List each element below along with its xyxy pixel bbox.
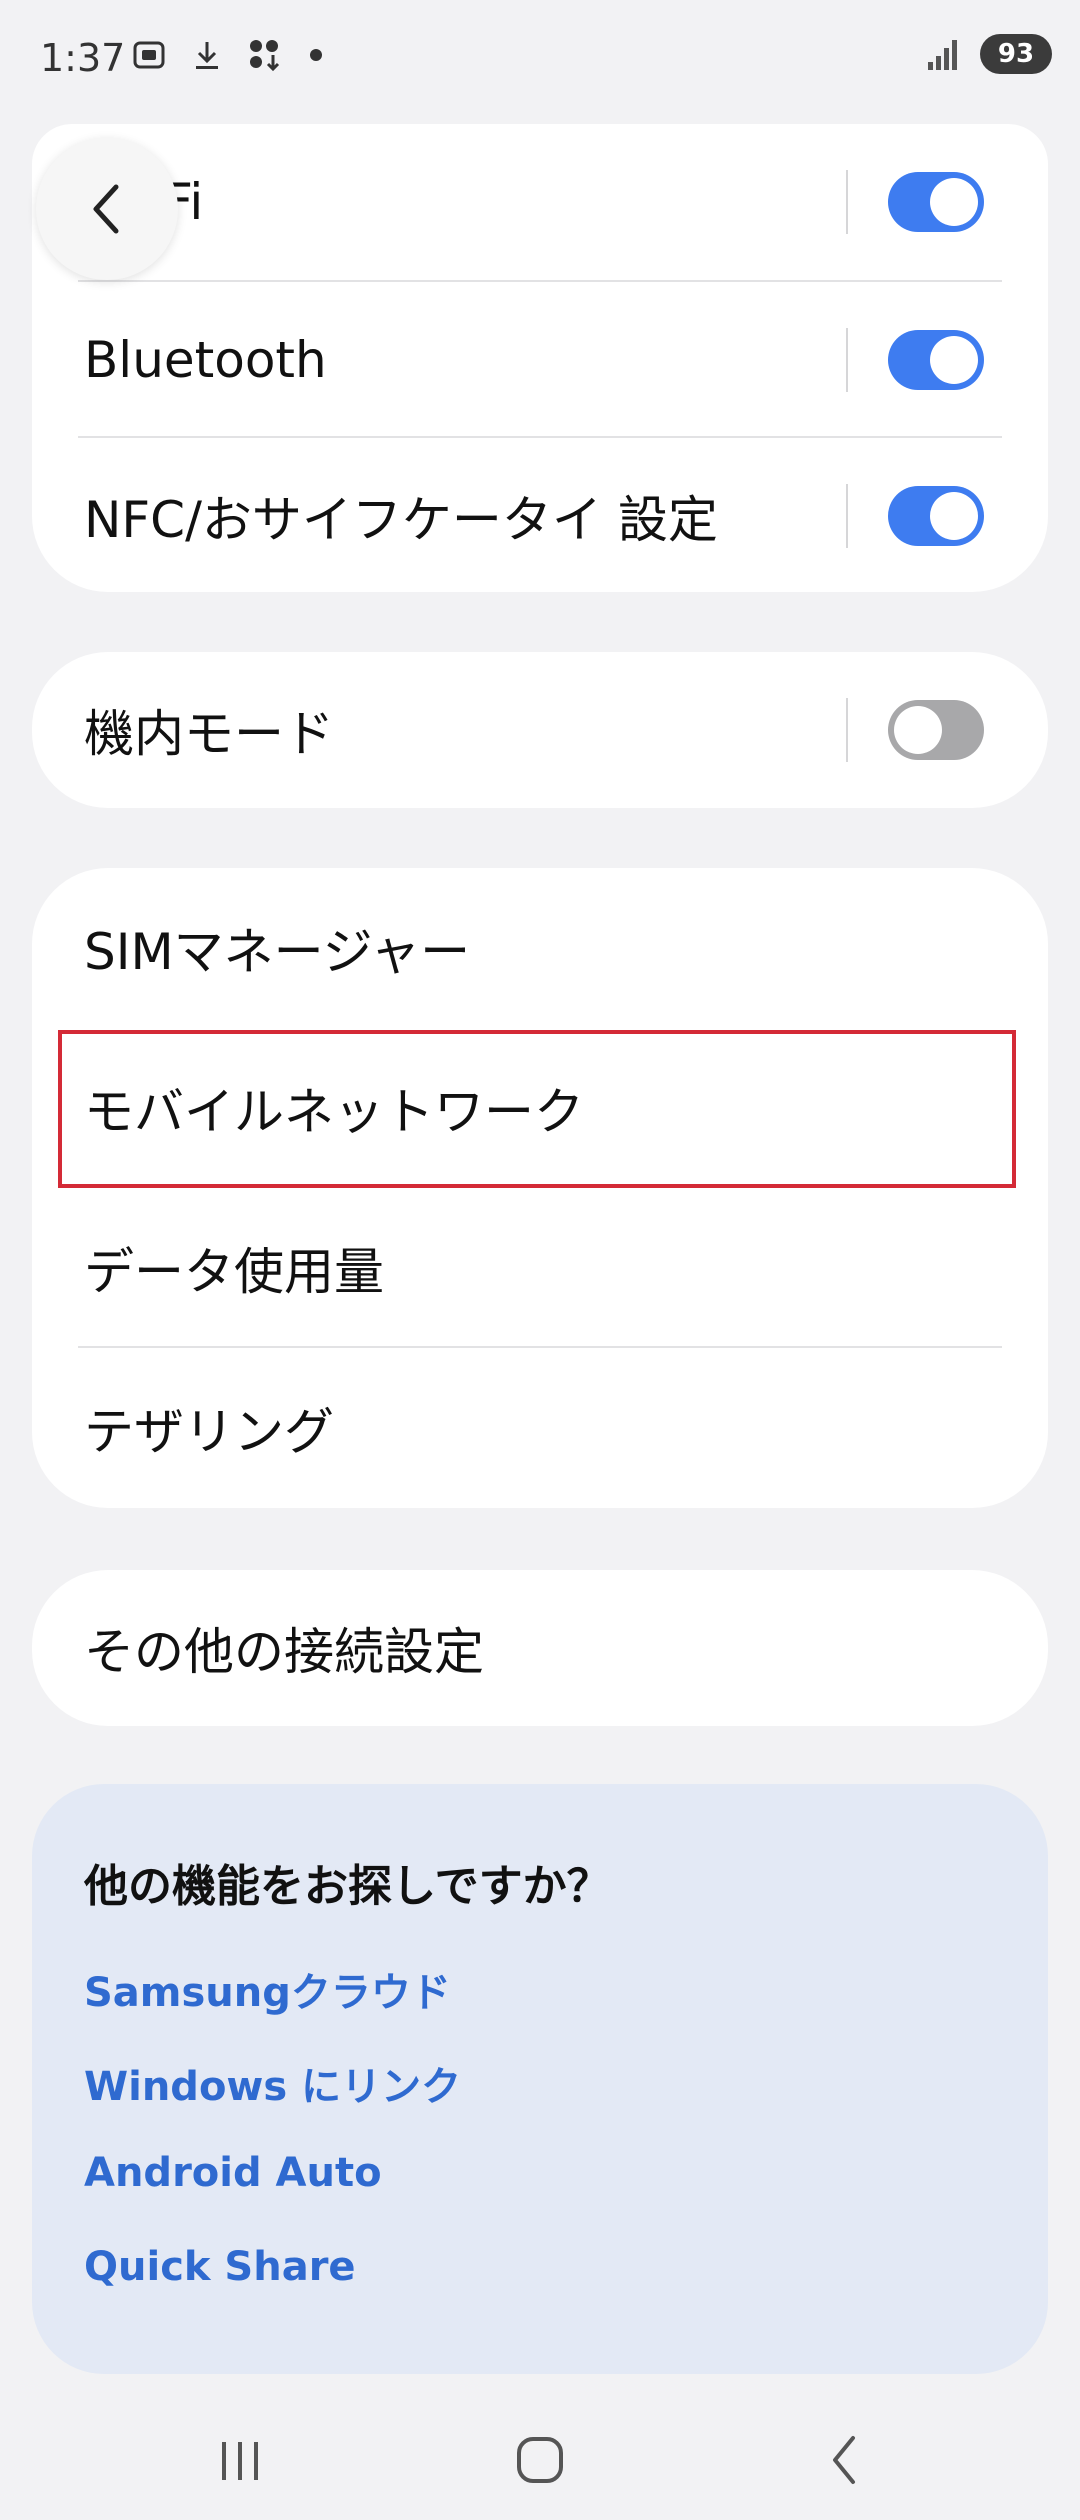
airplane-label: 機内モード <box>84 705 334 763</box>
download-icon <box>186 34 228 76</box>
data-usage-row[interactable]: データ使用量 <box>32 1188 1048 1348</box>
screenshot-icon <box>128 34 170 76</box>
bluetooth-toggle[interactable] <box>888 330 984 390</box>
floating-back-button[interactable] <box>36 138 178 280</box>
sim-card: SIMマネージャー モバイルネットワーク データ使用量 テザリング <box>32 868 1048 1508</box>
link-to-windows-link[interactable]: Windows にリンク <box>84 2054 461 2112</box>
notification-dot-icon <box>310 49 322 61</box>
chevron-left-icon <box>93 184 119 234</box>
status-system-icons: 93 <box>924 34 1052 74</box>
nfc-row[interactable]: NFC/おサイフケータイ 設定 <box>32 438 1048 592</box>
quick-share-link[interactable]: Quick Share <box>84 2244 356 2290</box>
bluetooth-row[interactable]: Bluetooth <box>32 282 1048 438</box>
nfc-separator <box>846 484 848 548</box>
sim-manager-label: SIMマネージャー <box>84 923 471 981</box>
apps-download-icon <box>244 34 286 76</box>
airplane-toggle[interactable] <box>888 700 984 760</box>
tethering-row[interactable]: テザリング <box>32 1348 1048 1508</box>
wifi-toggle[interactable] <box>888 172 984 232</box>
data-usage-label: データ使用量 <box>84 1243 384 1301</box>
nfc-label: NFC/おサイフケータイ 設定 <box>84 491 718 549</box>
navigation-bar <box>0 2400 1080 2520</box>
airplane-separator <box>846 698 848 762</box>
android-auto-link[interactable]: Android Auto <box>84 2150 382 2196</box>
bluetooth-label: Bluetooth <box>84 331 327 389</box>
back-icon <box>833 2436 855 2484</box>
sim-manager-row[interactable]: SIMマネージャー <box>32 868 1048 1028</box>
wifi-separator <box>846 170 848 234</box>
other-settings-row[interactable]: その他の接続設定 <box>32 1570 1048 1726</box>
tethering-label: テザリング <box>84 1403 334 1461</box>
suggestions-card: 他の機能をお探しですか？ Samsungクラウド Windows にリンク An… <box>32 1784 1048 2374</box>
home-icon <box>517 2437 563 2483</box>
recent-apps-button[interactable] <box>190 2420 290 2500</box>
nfc-toggle[interactable] <box>888 486 984 546</box>
back-button[interactable] <box>795 2420 895 2500</box>
other-settings-card: その他の接続設定 <box>32 1570 1048 1726</box>
network-card: Wi-Fi Bluetooth NFC/おサイフケータイ 設定 <box>32 124 1048 592</box>
other-settings-label: その他の接続設定 <box>84 1623 484 1681</box>
airplane-card: 機内モード <box>32 652 1048 808</box>
samsung-cloud-link[interactable]: Samsungクラウド <box>84 1960 451 2018</box>
battery-indicator: 93 <box>980 34 1052 74</box>
airplane-row[interactable]: 機内モード <box>32 652 1048 808</box>
status-bar: 1:37 93 <box>0 0 1080 120</box>
suggestions-title: 他の機能をお探しですか？ <box>84 1861 611 1912</box>
wifi-row[interactable]: Wi-Fi <box>32 124 1048 280</box>
recent-apps-icon <box>222 2442 258 2480</box>
home-button[interactable] <box>490 2420 590 2500</box>
signal-icon <box>928 40 957 70</box>
status-time: 1:37 <box>40 36 126 80</box>
bluetooth-separator <box>846 328 848 392</box>
highlight-box <box>58 1030 1016 1188</box>
status-notification-icons <box>128 34 322 76</box>
